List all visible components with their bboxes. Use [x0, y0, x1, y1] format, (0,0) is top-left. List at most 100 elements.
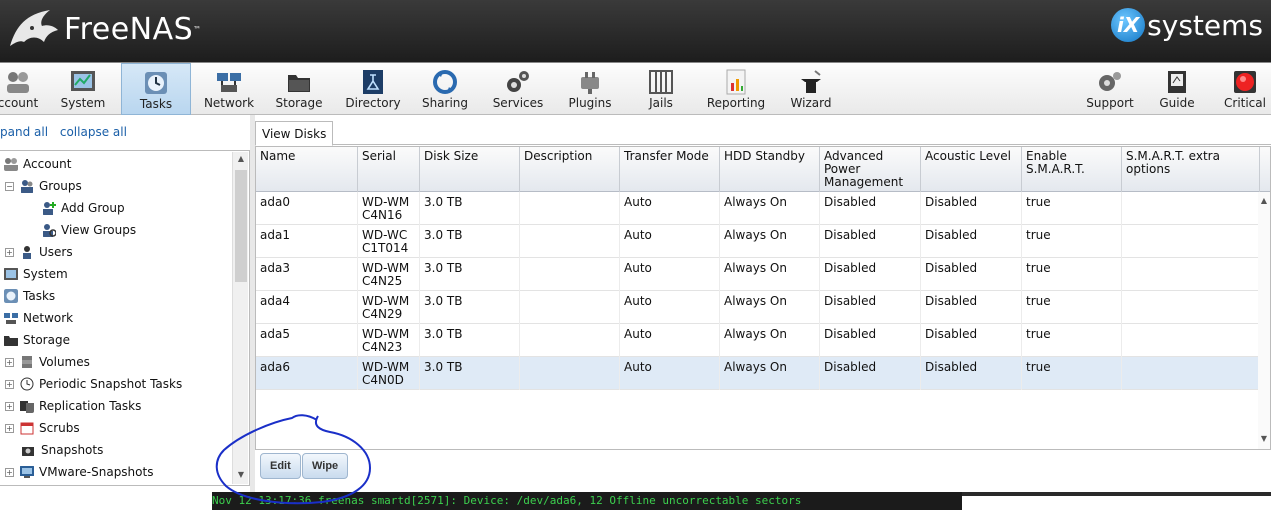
tree-node-label: Tasks: [23, 289, 56, 303]
expand-icon[interactable]: +: [5, 401, 14, 411]
grid-header: Name Serial Disk Size Description Transf…: [256, 147, 1270, 192]
cell-transfer-mode: Auto: [620, 192, 720, 225]
cell-name: ada3: [256, 258, 358, 291]
snapshot-icon: [22, 447, 34, 456]
expand-all-link[interactable]: pand all: [0, 125, 48, 139]
tree-node-account[interactable]: Account: [4, 154, 71, 174]
table-row[interactable]: ada1 WD-WCC1T014 3.0 TB Auto Always On Disabl…: [256, 225, 1270, 258]
toolbar-support[interactable]: Support: [1078, 63, 1142, 115]
ixsystems-logo: iX systems: [1111, 8, 1263, 42]
scroll-down-icon[interactable]: ▼: [1258, 434, 1270, 443]
tree-node-groups[interactable]: − Groups: [5, 176, 82, 196]
plugins-icon: [581, 72, 599, 94]
toolbar-label: Wizard: [790, 96, 832, 110]
cell-description: [520, 192, 620, 225]
tree-node-scrubs[interactable]: + Scrubs: [5, 418, 80, 438]
tree-node-replication-tasks[interactable]: + Replication Tasks: [5, 396, 141, 416]
tree-node-label: Snapshots: [41, 443, 104, 457]
cell-transfer-mode: Auto: [620, 225, 720, 258]
wipe-button[interactable]: Wipe: [302, 453, 349, 479]
cell-apm: Disabled: [820, 324, 921, 357]
tree-node-storage[interactable]: Storage: [4, 330, 70, 350]
table-row[interactable]: ada0 WD-WMC4N16 3.0 TB Auto Always On Disable…: [256, 192, 1270, 225]
column-header-acoustic-level[interactable]: Acoustic Level: [921, 147, 1022, 192]
column-header-advanced-power-management[interactable]: Advanced Power Management: [820, 147, 921, 192]
tree-node-label: Storage: [23, 333, 70, 347]
table-row[interactable]: ada4 WD-WMC4N29 3.0 TB Auto Always On Disable…: [256, 291, 1270, 324]
expand-icon[interactable]: +: [5, 379, 14, 389]
grid-scrollbar[interactable]: ▲ ▼: [1258, 192, 1270, 449]
reporting-icon: [726, 69, 746, 95]
toolbar-services[interactable]: Services: [487, 63, 549, 115]
expand-icon[interactable]: +: [5, 467, 14, 477]
tree-node-network[interactable]: Network: [4, 308, 73, 328]
tree-node-add-group[interactable]: Add Group: [42, 198, 125, 218]
system-icon: [71, 71, 95, 91]
edit-button[interactable]: Edit: [260, 453, 301, 479]
toolbar-wizard[interactable]: Wizard: [780, 63, 842, 115]
toolbar-plugins[interactable]: Plugins: [559, 63, 621, 115]
tree-node-users[interactable]: + Users: [5, 242, 73, 262]
toolbar-critical-alert[interactable]: Critical: [1216, 63, 1271, 115]
column-header-smart-extra-options[interactable]: S.M.A.R.T. extra options: [1122, 147, 1260, 192]
cell-name: ada4: [256, 291, 358, 324]
column-header-description[interactable]: Description: [520, 147, 620, 192]
cell-acoustic-level: Disabled: [921, 357, 1022, 390]
sharing-icon: [433, 70, 457, 94]
toolbar-account[interactable]: ccount: [0, 63, 46, 115]
cell-smart-extra-options: [1122, 258, 1260, 291]
add-group-icon: [43, 202, 56, 215]
console-bar: Nov 12 13:17:36 freenas smartd[2571]: De…: [212, 492, 962, 510]
column-header-enable-smart[interactable]: Enable S.M.A.R.T.: [1022, 147, 1122, 192]
expand-icon[interactable]: +: [5, 247, 14, 257]
cell-apm: Disabled: [820, 225, 921, 258]
toolbar-label: ccount: [0, 96, 39, 110]
expand-icon[interactable]: +: [5, 357, 14, 367]
column-header-transfer-mode[interactable]: Transfer Mode: [620, 147, 720, 192]
tree-node-tasks[interactable]: Tasks: [4, 286, 55, 306]
tree-node-label: Add Group: [61, 201, 125, 215]
toolbar-storage[interactable]: Storage: [268, 63, 330, 115]
tree-scrollbar[interactable]: ▲ ▼: [232, 152, 248, 484]
cell-serial: WD-WMC4N0D: [358, 357, 420, 390]
column-header-name[interactable]: Name: [256, 147, 358, 192]
collapse-icon[interactable]: −: [5, 181, 14, 191]
tasks-icon: [145, 72, 167, 94]
table-row[interactable]: ada5 WD-WMC4N23 3.0 TB Auto Always On Disable…: [256, 324, 1270, 357]
toolbar-label: Services: [492, 96, 544, 110]
collapse-all-link[interactable]: collapse all: [60, 125, 127, 139]
scroll-up-icon[interactable]: ▲: [233, 154, 249, 163]
scroll-up-icon[interactable]: ▲: [1258, 196, 1270, 205]
scroll-down-icon[interactable]: ▼: [233, 470, 249, 479]
toolbar-network[interactable]: Network: [198, 63, 260, 115]
grid-actions: Edit Wipe: [255, 450, 1271, 486]
tree-scrollbar-thumb[interactable]: [235, 170, 247, 282]
toolbar-jails[interactable]: Jails: [630, 63, 692, 115]
tab-view-disks[interactable]: View Disks: [255, 121, 334, 146]
toolbar-system[interactable]: System: [52, 63, 114, 115]
cell-serial: WD-WMC4N25: [358, 258, 420, 291]
tree-node-system[interactable]: System: [4, 264, 68, 284]
cell-apm: Disabled: [820, 192, 921, 225]
table-row[interactable]: ada6 WD-WMC4N0D 3.0 TB Auto Always On Disable…: [256, 357, 1270, 390]
cell-disk-size: 3.0 TB: [420, 291, 520, 324]
tree-node-snapshots[interactable]: Snapshots: [22, 440, 103, 460]
tree-node-periodic-snapshot-tasks[interactable]: + Periodic Snapshot Tasks: [5, 374, 182, 394]
toolbar-reporting[interactable]: Reporting: [700, 63, 772, 115]
toolbar-label: Critical: [1224, 96, 1266, 110]
toolbar-directory[interactable]: Directory: [338, 63, 408, 115]
toolbar-sharing[interactable]: Sharing: [414, 63, 476, 115]
tree-node-vmware-snapshots[interactable]: + VMware-Snapshots: [5, 462, 153, 482]
column-header-serial[interactable]: Serial: [358, 147, 420, 192]
tree-node-volumes[interactable]: + Volumes: [5, 352, 90, 372]
tree-node-view-groups[interactable]: View Groups: [42, 220, 136, 240]
toolbar-tasks[interactable]: Tasks: [121, 63, 191, 115]
cell-enable-smart: true: [1022, 291, 1122, 324]
table-row[interactable]: ada3 WD-WMC4N25 3.0 TB Auto Always On Disable…: [256, 258, 1270, 291]
jails-icon: [649, 70, 673, 94]
expand-icon[interactable]: +: [5, 423, 14, 433]
column-header-hdd-standby[interactable]: HDD Standby: [720, 147, 820, 192]
column-header-disk-size[interactable]: Disk Size: [420, 147, 520, 192]
vmware-icon: [20, 466, 34, 478]
toolbar-guide[interactable]: Guide: [1148, 63, 1206, 115]
